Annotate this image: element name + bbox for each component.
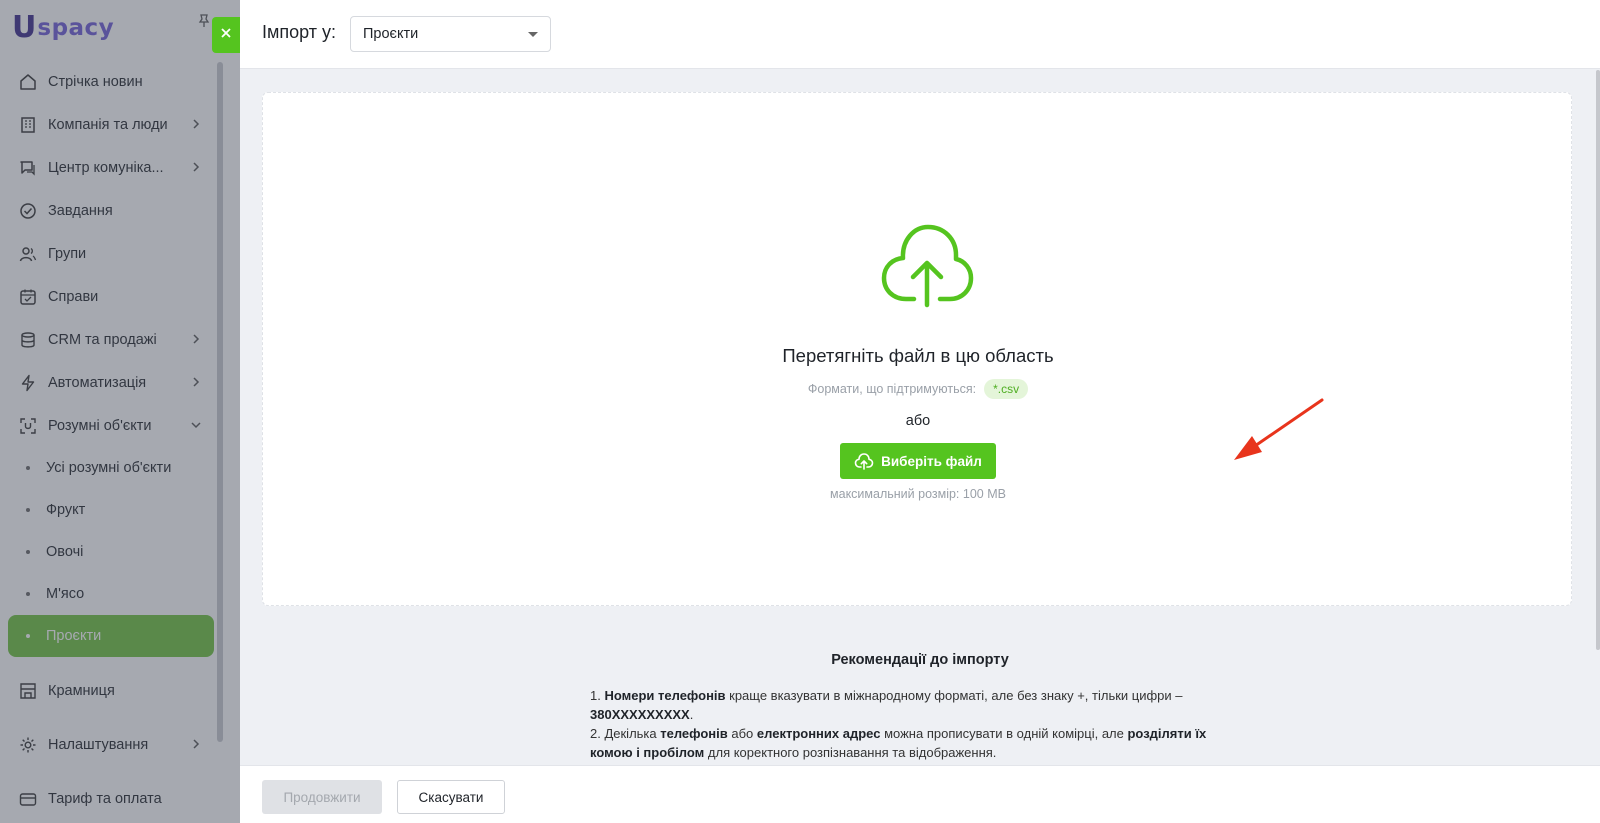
recommendations-title: Рекомендації до імпорту — [831, 652, 1009, 668]
or-separator: або — [905, 413, 931, 429]
rec-bold: Номери телефонів — [604, 688, 726, 703]
rec-text: 2. Декілька — [590, 726, 661, 741]
choose-file-label: Виберіть файл — [881, 453, 982, 469]
rec-text: для коректного розпізнавання та відображ… — [704, 745, 997, 760]
format-badge: *.csv — [984, 379, 1029, 399]
recommendation-item: 2. Декілька телефонів або електронних ад… — [590, 724, 1220, 762]
import-target-select[interactable]: Проєкти — [350, 16, 551, 52]
rec-bold: електронних адрес — [756, 726, 881, 741]
rec-bold: телефонів — [660, 726, 728, 741]
choose-file-button[interactable]: Виберіть файл — [840, 443, 996, 479]
panel-scrollbar[interactable] — [1596, 70, 1600, 650]
continue-button[interactable]: Продовжити — [262, 780, 382, 814]
dropzone-title: Перетягніть файл в цю область — [782, 345, 1054, 366]
panel-header: Імпорт у: Проєкти — [240, 0, 1600, 69]
caret-down-icon — [528, 32, 538, 37]
cloud-upload-icon — [881, 224, 974, 308]
recommendations-list: 1. Номери телефонів краще вказувати в мі… — [590, 686, 1220, 762]
rec-text: 1. — [590, 688, 605, 703]
recommendation-item: 1. Номери телефонів краще вказувати в мі… — [590, 686, 1220, 724]
rec-bold: 380XXXXXXXXX — [590, 707, 690, 722]
cancel-button[interactable]: Скасувати — [397, 780, 505, 814]
rec-text: або — [727, 726, 757, 741]
rec-text: можна прописувати в одній комірці, але — [880, 726, 1128, 741]
rec-text: . — [689, 707, 694, 722]
annotation-arrow — [1234, 398, 1324, 460]
supported-formats-label: Формати, що підтримуються: — [807, 382, 977, 396]
supported-formats: Формати, що підтримуються: *.csv — [263, 379, 1573, 399]
panel-footer: Продовжити Скасувати — [240, 765, 1600, 823]
rec-text: краще вказувати в міжнародному форматі, … — [725, 688, 1183, 703]
close-icon — [220, 26, 232, 44]
modal-overlay[interactable] — [0, 0, 240, 823]
close-panel-button[interactable] — [212, 17, 240, 53]
import-target-label: Імпорт у: — [262, 22, 336, 42]
import-target-value: Проєкти — [363, 26, 419, 42]
max-file-size: максимальний розмір: 100 MB — [830, 487, 1006, 501]
cloud-upload-icon — [854, 453, 874, 470]
import-panel: Імпорт у: Проєкти Перетягніть файл в цю … — [240, 0, 1600, 823]
file-dropzone[interactable]: Перетягніть файл в цю область Формати, щ… — [262, 92, 1572, 606]
